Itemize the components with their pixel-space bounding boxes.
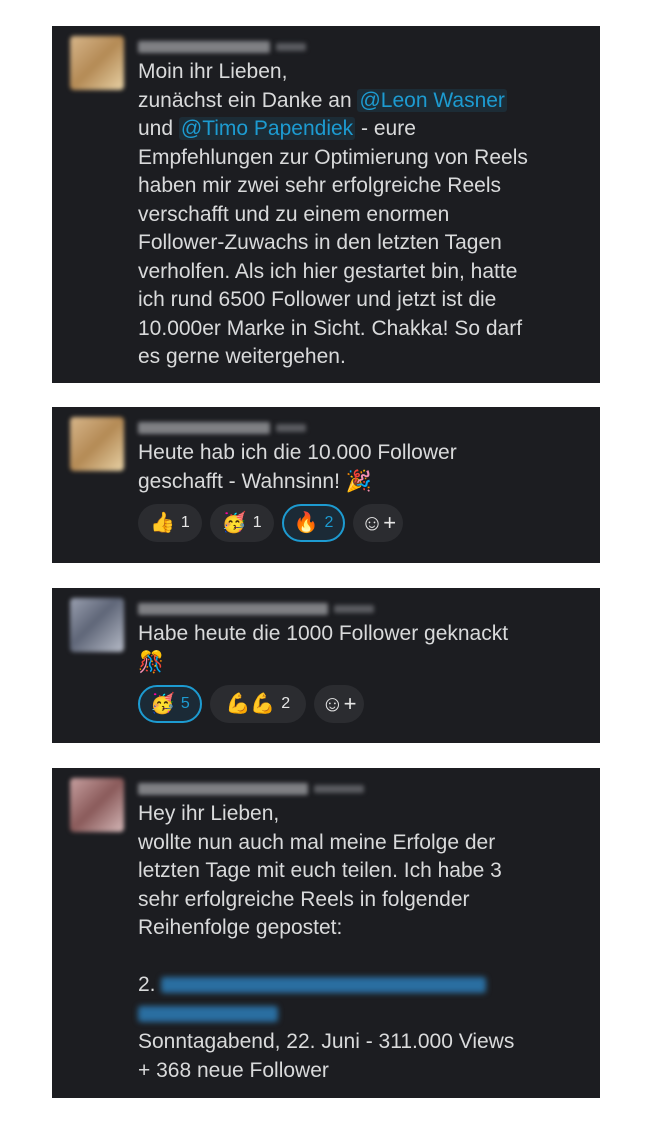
message-text: Heute hab ich die 10.000 Follower gescha… [138,441,457,493]
message-text: Habe heute die 1000 Follower geknackt 🎊 [138,622,509,674]
sender-name-blurred [138,778,582,800]
reaction-count: 1 [180,514,190,531]
reaction-count: 1 [252,514,262,531]
message-text: Hey ihr Lieben, wollte nun auch mal mein… [138,802,515,1082]
add-emoji-icon: ☺+ [321,691,357,716]
party-face-icon: 🥳 [221,512,247,534]
mention-link[interactable]: @Leon Wasner [357,88,507,112]
link-blurred[interactable] [161,977,487,994]
avatar[interactable] [70,36,124,90]
mention-link[interactable]: @Timo Papendiek [178,117,356,140]
message-card: Heute hab ich die 10.000 Follower gescha… [52,407,600,563]
avatar[interactable] [70,598,124,652]
message-text: Moin ihr Lieben, zunächst ein Danke an @… [138,60,528,368]
link-blurred[interactable] [138,1005,278,1022]
reaction-count: 2 [324,514,334,531]
reaction-fire[interactable]: 🔥 2 [281,504,346,542]
reaction-count: 5 [180,695,190,712]
reaction-party-face[interactable]: 🥳 1 [209,504,274,542]
reaction-thumbs-up[interactable]: 👍 1 [138,504,202,542]
reaction-bar: 🥳 5 💪💪 2 ☺+ [138,685,582,723]
reaction-count: 2 [281,695,291,712]
add-reaction-button[interactable]: ☺+ [353,504,404,542]
flexed-biceps-icon: 💪💪 [225,693,276,715]
sender-name-blurred [138,36,582,58]
message-card: Habe heute die 1000 Follower geknackt 🎊 … [52,588,600,743]
add-emoji-icon: ☺+ [360,510,397,535]
add-reaction-button[interactable]: ☺+ [313,685,364,723]
sender-name-blurred [138,417,582,439]
reaction-flexed-biceps[interactable]: 💪💪 2 [209,685,306,723]
message-card: Moin ihr Lieben, zunächst ein Danke an @… [52,26,600,383]
message-card: Hey ihr Lieben, wollte nun auch mal mein… [52,768,600,1098]
avatar[interactable] [70,778,124,832]
avatar[interactable] [70,417,124,471]
sender-name-blurred [138,598,582,620]
party-face-icon: 🥳 [150,693,175,715]
fire-icon: 🔥 [293,512,319,534]
reaction-bar: 👍 1 🥳 1 🔥 2 ☺+ [138,504,582,542]
reaction-party-face[interactable]: 🥳 5 [138,685,202,723]
thumbs-up-icon: 👍 [150,512,175,534]
